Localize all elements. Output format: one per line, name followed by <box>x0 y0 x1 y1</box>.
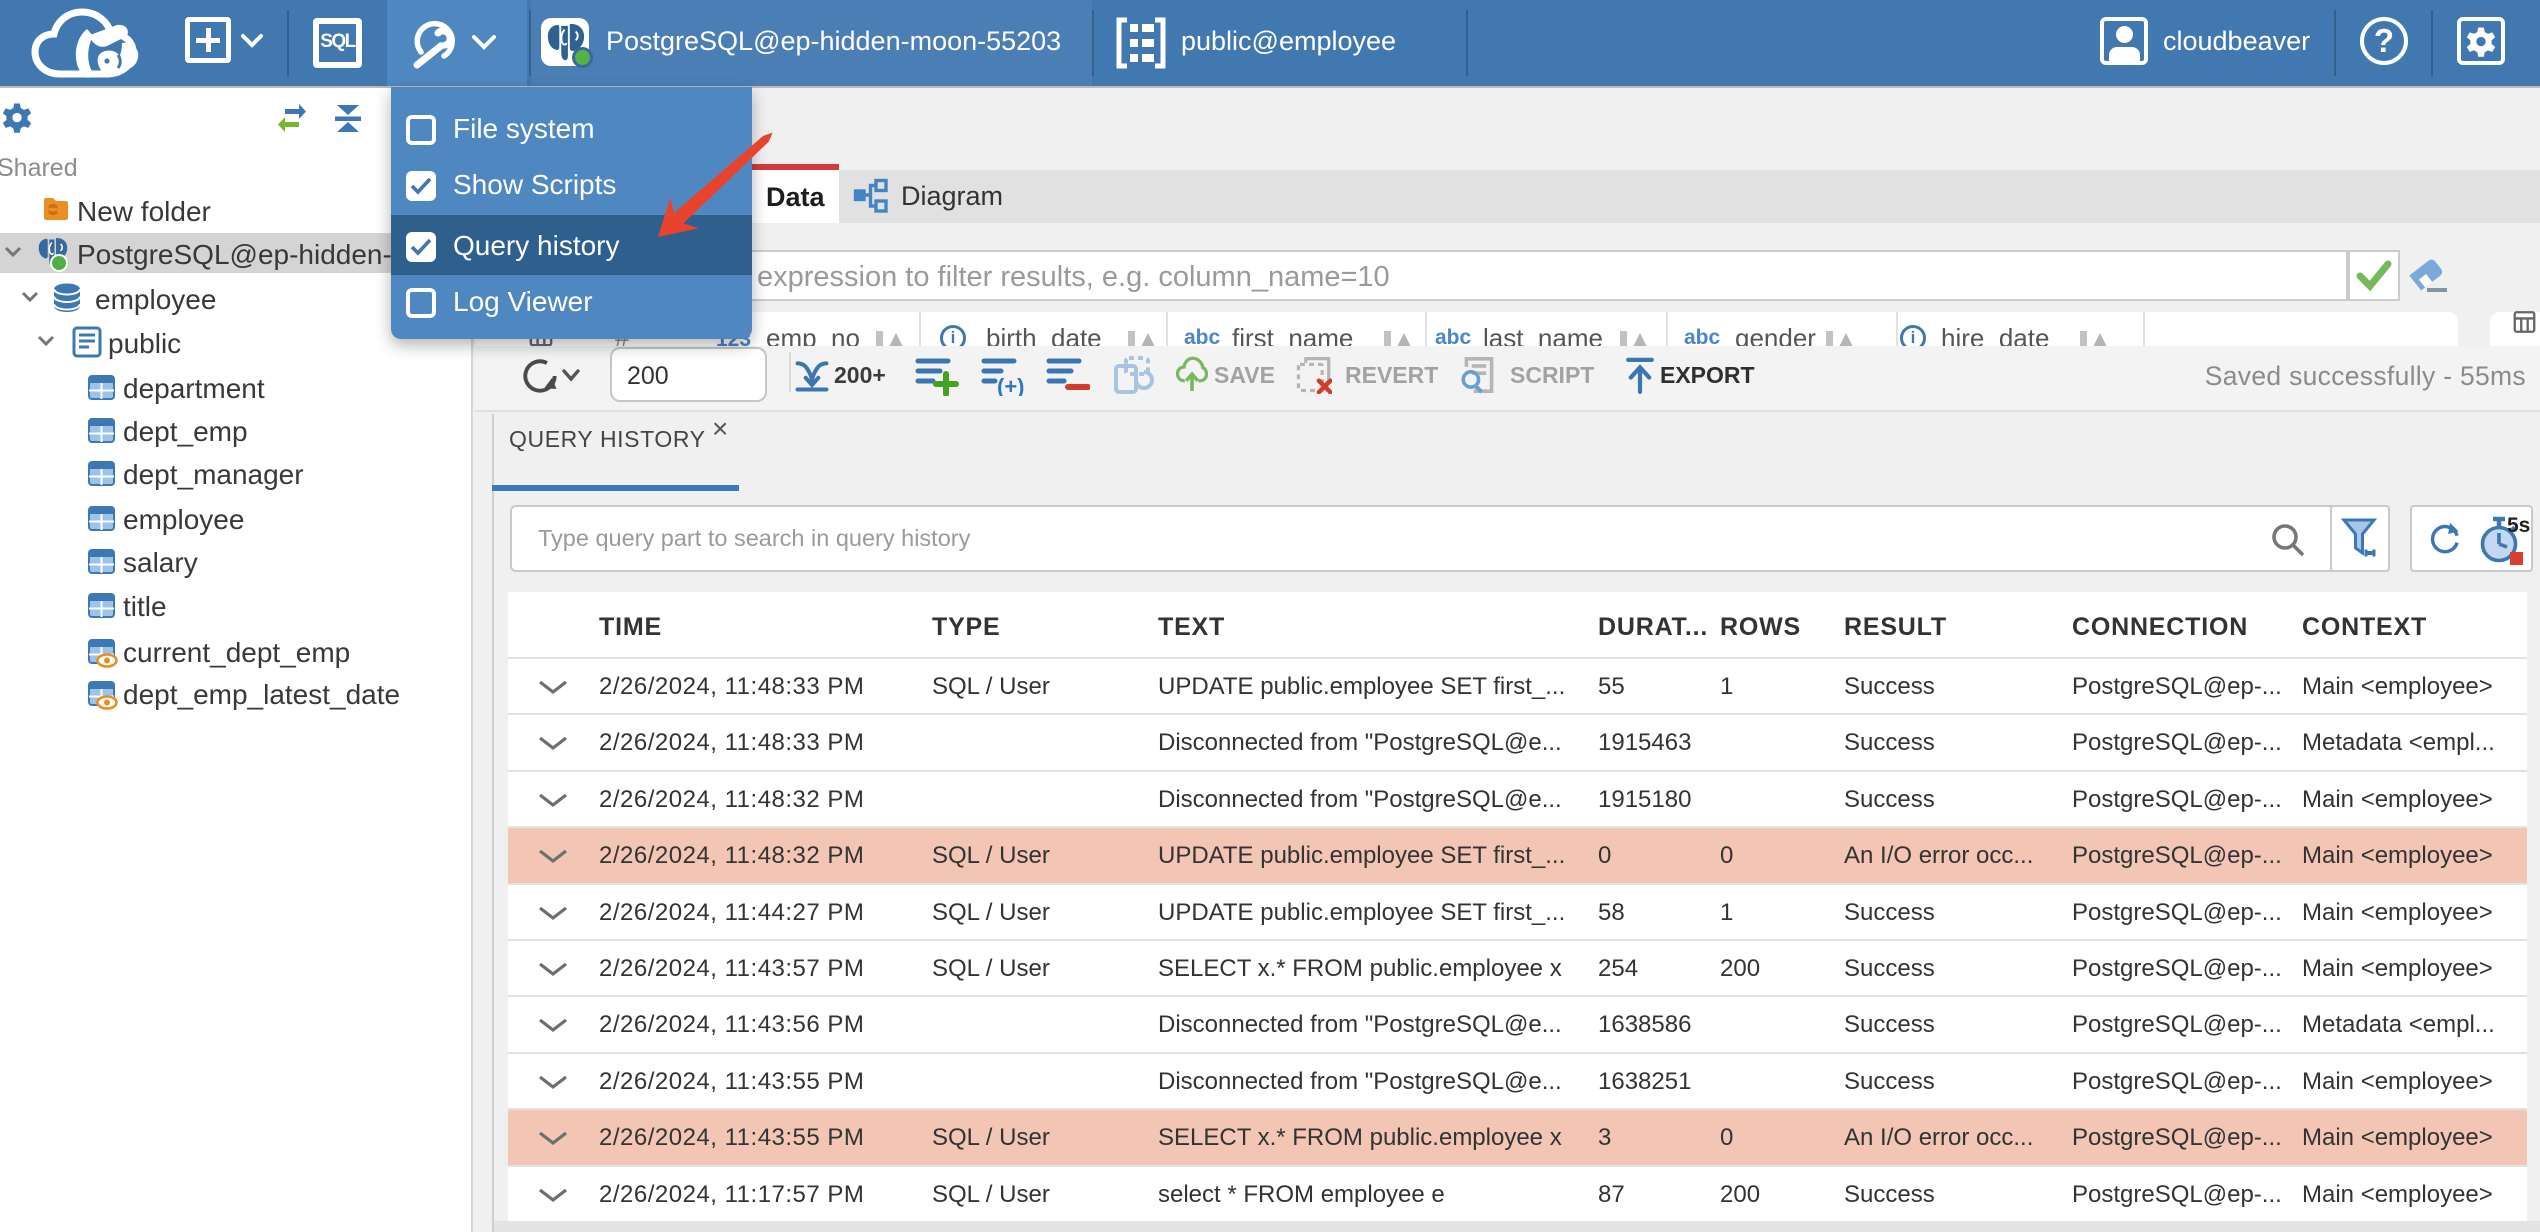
svg-text:5s: 5s <box>2507 514 2530 537</box>
svg-text:(+): (+) <box>997 374 1025 396</box>
